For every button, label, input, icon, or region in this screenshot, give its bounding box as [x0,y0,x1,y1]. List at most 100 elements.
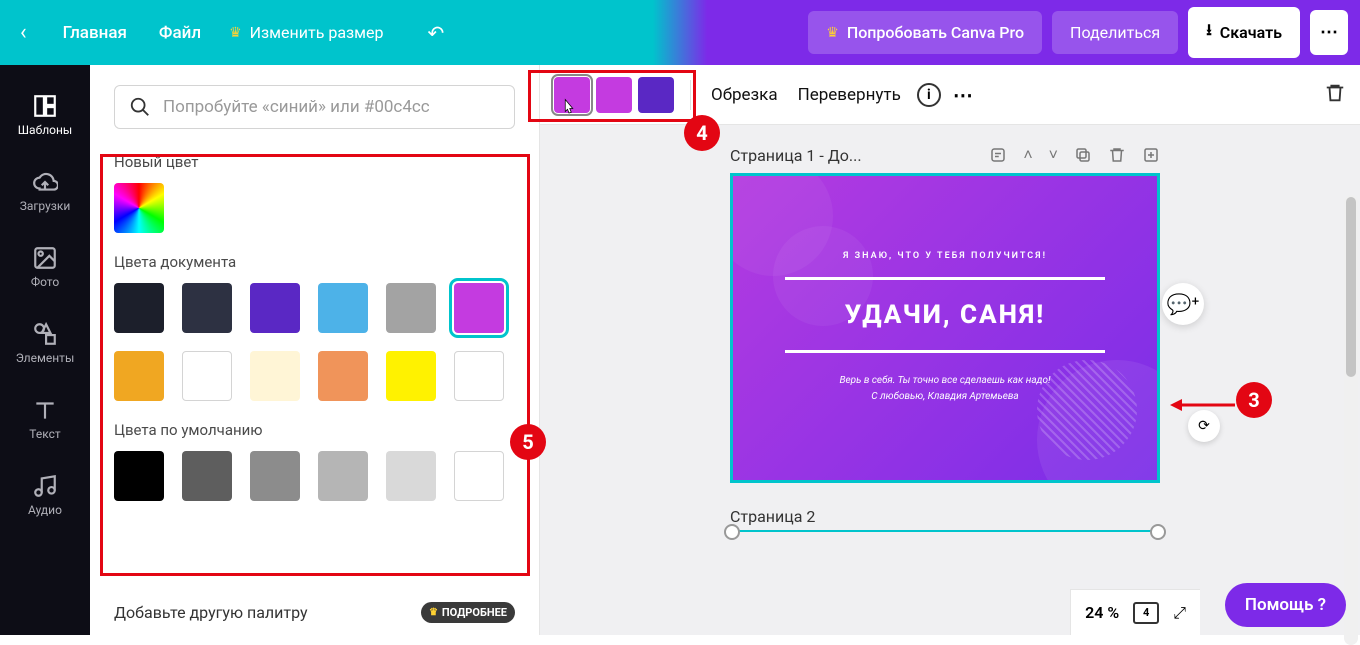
color-swatch[interactable] [318,451,368,501]
pro-label: Попробовать Canva Pro [847,23,1024,42]
download-button[interactable]: ⭳ Скачать [1188,7,1300,58]
add-page-icon[interactable] [1142,146,1160,164]
annotation-5: 5 [510,424,546,460]
badge-label: ПОДРОБНЕЕ [442,606,507,619]
new-color-title: Новый цвет [114,153,515,171]
color-swatch[interactable] [250,451,300,501]
sidebar-label: Загрузки [20,199,71,213]
color-swatch[interactable] [386,351,436,401]
scrollbar-thumb[interactable] [1346,197,1356,377]
sidebar-label: Элементы [16,351,75,365]
music-icon [32,473,58,499]
cloud-upload-icon [32,169,58,195]
page2-selection-line[interactable] [730,530,1160,532]
card-sub1: Верь в себя. Ты точно все сделаешь как н… [839,373,1050,389]
top-toolbar: ‹ Главная Файл ♛ Изменить размер ↶ ♛ Поп… [0,0,1360,65]
color-swatch[interactable] [386,451,436,501]
color-swatch[interactable] [114,351,164,401]
delete-button[interactable] [1324,82,1346,108]
vertical-scrollbar[interactable] [1344,195,1358,645]
left-sidebar: Шаблоны Загрузки Фото Элементы Текст Ауд… [0,65,90,635]
sidebar-item-audio[interactable]: Аудио [0,457,90,533]
sidebar-item-photos[interactable]: Фото [0,229,90,305]
duplicate-icon[interactable] [1074,146,1092,164]
back-button[interactable]: ‹ [12,20,35,45]
sidebar-label: Фото [31,275,59,289]
topbar-left: ‹ Главная Файл ♛ Изменить размер ↶ [12,15,444,51]
design-canvas-page1[interactable]: Я ЗНАЮ, ЧТО У ТЕБЯ ПОЛУЧИТСЯ! УДАЧИ, САН… [730,173,1160,483]
crop-button[interactable]: Обрезка [707,79,782,111]
flip-button[interactable]: Перевернуть [794,79,905,111]
color-swatch[interactable] [318,351,368,401]
zoom-value[interactable]: 24 % [1085,603,1119,622]
color-swatch[interactable] [318,283,368,333]
page-scroll-area[interactable]: Страница 1 - До... ˄ ˅ Я ЗНАЮ, ЧТО У ТЕБ… [540,125,1360,635]
main-area: Шаблоны Загрузки Фото Элементы Текст Ауд… [0,65,1360,635]
page-count[interactable]: 4 [1133,602,1159,624]
divider [690,80,691,110]
sidebar-item-uploads[interactable]: Загрузки [0,153,90,229]
more-options-button[interactable]: ⋯ [953,83,975,107]
color-swatch[interactable] [114,451,164,501]
color-swatch[interactable] [454,351,504,401]
doc-colors-title: Цвета документа [114,253,515,271]
search-icon [129,96,151,118]
color-swatch[interactable] [182,351,232,401]
card-sub2: С любовью, Клавдия Артемьева [839,389,1050,405]
color-swatch[interactable] [114,283,164,333]
photo-icon [32,245,58,271]
more-badge[interactable]: ♛ПОДРОБНЕЕ [421,602,515,623]
annotation-3: 3 [1236,382,1272,418]
trash-icon[interactable] [1108,146,1126,164]
context-color-chip[interactable] [596,77,632,113]
sidebar-label: Аудио [28,503,62,517]
color-swatch[interactable] [182,283,232,333]
card-small-text[interactable]: Я ЗНАЮ, ЧТО У ТЕБЯ ПОЛУЧИТСЯ! [843,251,1047,261]
try-pro-button[interactable]: ♛ Попробовать Canva Pro [808,11,1042,54]
card-subtitle[interactable]: Верь в себя. Ты точно все сделаешь как н… [839,373,1050,405]
resize-button[interactable]: ♛ Изменить размер [229,23,383,42]
color-swatch[interactable] [386,283,436,333]
more-menu-button[interactable]: ⋯ [1310,10,1348,55]
context-color-chip[interactable] [554,77,590,113]
fullscreen-button[interactable]: ⤢ [1173,603,1186,623]
context-color-chip[interactable] [638,77,674,113]
color-swatch[interactable] [182,451,232,501]
bottom-bar: 24 % 4 ⤢ [1070,589,1200,635]
info-icon[interactable]: i [917,83,941,107]
sidebar-label: Шаблоны [18,123,72,137]
sidebar-item-text[interactable]: Текст [0,381,90,457]
note-icon[interactable] [989,146,1007,164]
home-button[interactable]: Главная [59,15,131,51]
file-button[interactable]: Файл [155,15,205,51]
color-swatch[interactable] [250,351,300,401]
decor-circle [773,226,873,326]
color-picker-swatch[interactable] [114,183,164,233]
undo-button[interactable]: ↶ [428,21,445,45]
share-button[interactable]: Поделиться [1052,11,1178,54]
search-input[interactable] [163,97,500,117]
add-comment-button[interactable]: 💬⁺ [1162,283,1204,325]
add-palette-link[interactable]: Добавьте другую палитру [114,603,308,622]
color-chips [554,77,674,113]
text-icon [32,397,58,423]
color-swatch[interactable] [250,283,300,333]
page2-title[interactable]: Страница 2 [730,507,1160,526]
context-toolbar: Обрезка Перевернуть i ⋯ [540,65,1360,125]
download-icon: ⭳ [1206,19,1212,46]
move-up-icon[interactable]: ˄ [1023,145,1032,165]
card-title[interactable]: УДАЧИ, САНЯ! [845,300,1045,330]
download-label: Скачать [1220,23,1282,42]
sidebar-item-elements[interactable]: Элементы [0,305,90,381]
decor-stripes [1037,360,1137,460]
color-search[interactable] [114,85,515,129]
move-down-icon[interactable]: ˅ [1049,145,1058,165]
help-button[interactable]: Помощь ? [1225,583,1346,627]
default-colors-row [114,451,515,501]
annotation-4: 4 [684,115,720,151]
sidebar-item-templates[interactable]: Шаблоны [0,77,90,153]
templates-icon [32,93,58,119]
color-swatch[interactable] [454,451,504,501]
color-swatch[interactable] [454,283,504,333]
page-title[interactable]: Страница 1 - До... [730,146,979,165]
